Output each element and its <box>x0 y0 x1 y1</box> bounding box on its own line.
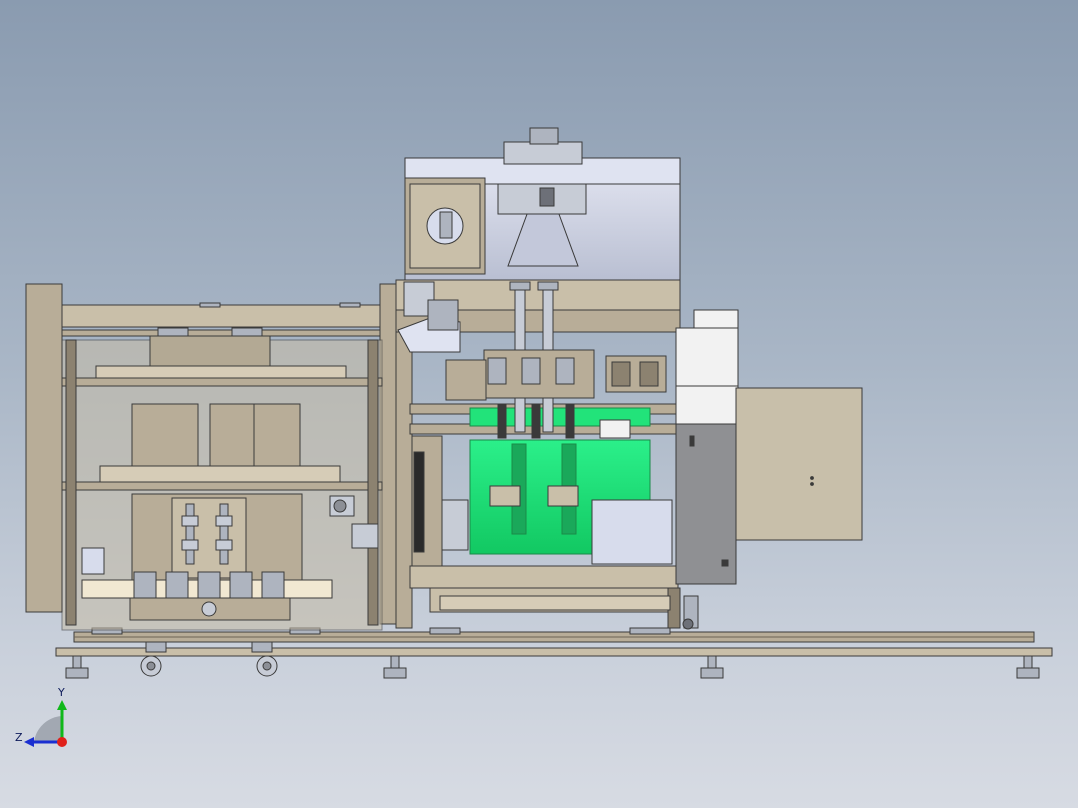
white-blocks <box>675 309 739 425</box>
control-cabinet[interactable] <box>675 423 737 585</box>
coordinate-triad <box>14 686 74 750</box>
leveling-feet <box>65 655 1040 679</box>
axis-y-label: Y <box>58 686 65 699</box>
axis-z-label: Z <box>15 731 23 744</box>
coordinate-triad-icon <box>24 700 67 747</box>
base-rail <box>55 627 1053 657</box>
caster-wheels <box>140 641 278 677</box>
machine-model-view[interactable] <box>0 0 1078 808</box>
side-cabinet[interactable] <box>735 387 863 541</box>
cad-viewport[interactable]: Y Z <box>0 0 1078 808</box>
motor-plate[interactable] <box>404 177 486 275</box>
